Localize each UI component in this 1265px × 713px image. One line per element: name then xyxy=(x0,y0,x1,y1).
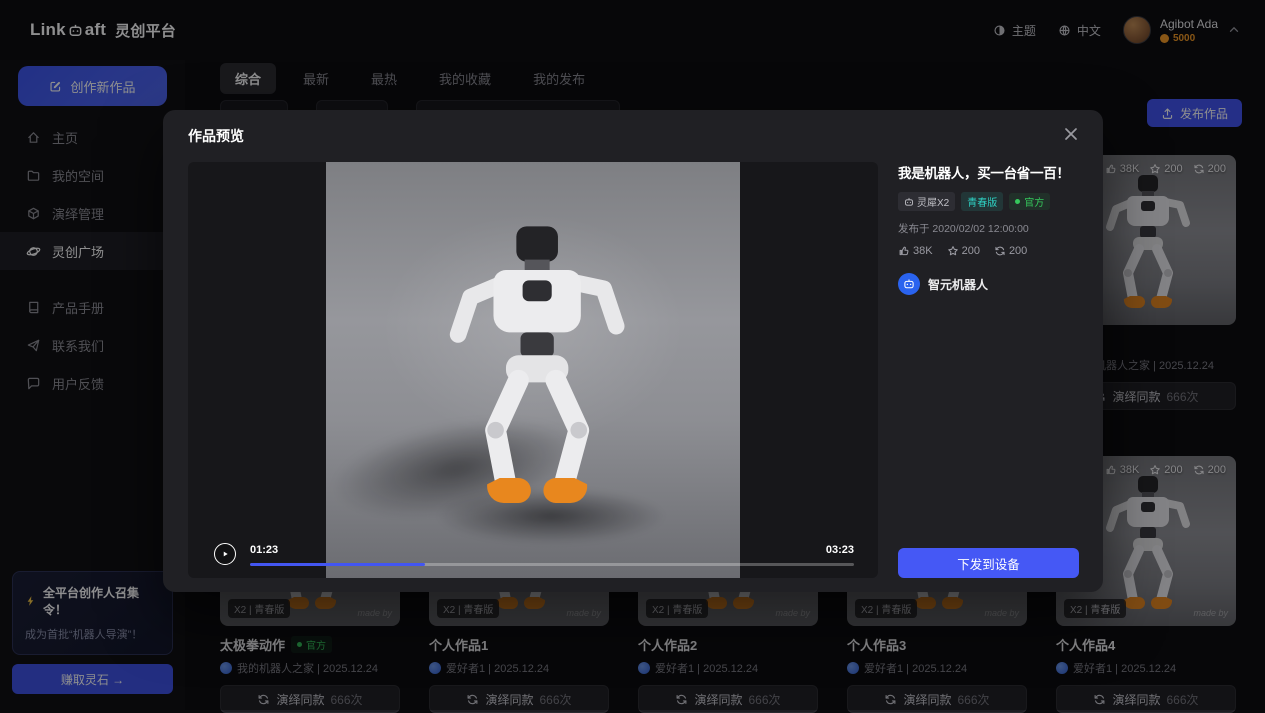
model-badge-label: 灵犀X2 xyxy=(917,194,949,209)
progress-bar[interactable] xyxy=(250,563,854,566)
progress-area: 01:23 03:23 xyxy=(250,544,854,566)
progress-fill xyxy=(250,563,425,566)
publish-date: 发布于 2020/02/02 12:00:00 xyxy=(898,221,1079,236)
work-preview-modal: 作品预览 01:23 03:23 我是机器人，买一台省一百！ xyxy=(163,110,1103,592)
share-count: 200 xyxy=(1009,245,1027,257)
author-name: 智元机器人 xyxy=(928,276,988,293)
time-row: 01:23 03:23 xyxy=(250,544,854,556)
author-row[interactable]: 智元机器人 xyxy=(898,273,1079,295)
modal-title: 作品预览 xyxy=(188,126,244,146)
robot-head-icon xyxy=(903,278,915,290)
player-controls: 01:23 03:23 xyxy=(214,543,854,566)
play-button[interactable] xyxy=(214,543,236,565)
share-icon xyxy=(994,245,1006,257)
like-count: 38K xyxy=(913,245,933,257)
video-frame xyxy=(326,162,740,578)
work-title: 我是机器人，买一台省一百！ xyxy=(898,162,1079,182)
current-time: 01:23 xyxy=(250,544,278,556)
author-avatar xyxy=(898,273,920,295)
robot-head-icon xyxy=(904,197,914,207)
robot-figure xyxy=(408,218,658,530)
send-to-device-button[interactable]: 下发到设备 xyxy=(898,548,1079,578)
close-icon[interactable] xyxy=(1061,124,1081,144)
official-label: 官方 xyxy=(1024,194,1044,209)
video-player[interactable]: 01:23 03:23 xyxy=(188,162,878,578)
share-stat[interactable]: 200 xyxy=(994,245,1027,257)
official-dot-icon xyxy=(1015,199,1020,204)
work-info-panel: 我是机器人，买一台省一百！ 灵犀X2 青春版 官方 发布于 2020/02/02… xyxy=(898,162,1079,578)
like-stat[interactable]: 38K xyxy=(898,245,933,257)
star-icon xyxy=(947,245,959,257)
star-stat[interactable]: 200 xyxy=(947,245,980,257)
play-icon xyxy=(220,549,230,559)
edition-badge: 青春版 xyxy=(961,192,1003,211)
total-time: 03:23 xyxy=(826,544,854,556)
work-stats: 38K 200 200 xyxy=(898,245,1079,257)
like-icon xyxy=(898,245,910,257)
star-count: 200 xyxy=(962,245,980,257)
work-badges: 灵犀X2 青春版 官方 xyxy=(898,192,1079,211)
model-badge: 灵犀X2 xyxy=(898,192,955,211)
official-badge: 官方 xyxy=(1009,193,1050,210)
